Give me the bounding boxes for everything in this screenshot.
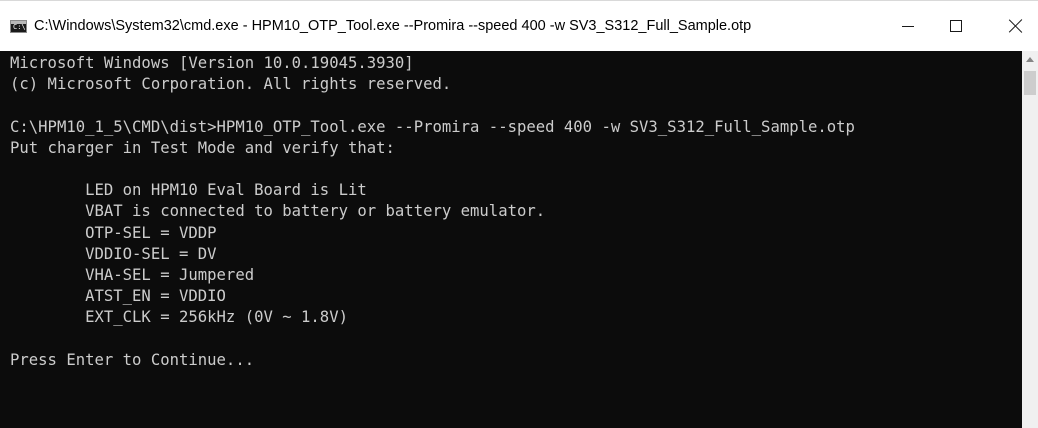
console-line: LED on HPM10 Eval Board is Lit — [10, 181, 367, 200]
window-title: C:\Windows\System32\cmd.exe - HPM10_OTP_… — [34, 18, 752, 34]
console-line: Microsoft Windows [Version 10.0.19045.39… — [10, 54, 414, 72]
console-line: C:\HPM10_1_5\CMD\dist>HPM10_OTP_Tool.exe… — [10, 117, 855, 136]
title-bar[interactable]: C:\ C:\Windows\System32\cmd.exe - HPM10_… — [0, 1, 1038, 51]
console-line: VDDIO-SEL = DV — [10, 244, 217, 263]
cmd-window: C:\ C:\Windows\System32\cmd.exe - HPM10_… — [0, 0, 1038, 428]
cmd-icon[interactable]: C:\ — [10, 20, 27, 33]
vertical-scrollbar[interactable] — [1022, 51, 1038, 428]
minimize-button[interactable] — [885, 1, 931, 51]
console-line: VBAT is connected to battery or battery … — [10, 202, 546, 221]
close-icon — [1009, 19, 1023, 33]
console-line: OTP-SEL = VDDP — [10, 223, 217, 242]
console-line: (c) Microsoft Corporation. All rights re… — [10, 75, 452, 94]
maximize-icon — [950, 20, 962, 32]
cmd-icon-glyph: C:\ — [13, 23, 26, 31]
console-output[interactable]: Microsoft Windows [Version 10.0.19045.39… — [0, 51, 1022, 428]
close-button[interactable] — [993, 1, 1038, 51]
console-line: Put charger in Test Mode and verify that… — [10, 138, 395, 157]
console-line: EXT_CLK = 256kHz (0V ~ 1.8V) — [10, 308, 348, 327]
scroll-thumb[interactable] — [1024, 71, 1036, 95]
console-line: ATST_EN = VDDIO — [10, 287, 226, 306]
minimize-icon — [902, 25, 914, 27]
console-line: Press Enter to Continue... — [10, 350, 255, 369]
maximize-button[interactable] — [933, 1, 979, 51]
scroll-up-arrow-icon[interactable] — [1026, 57, 1034, 62]
console-lines: Microsoft Windows [Version 10.0.19045.39… — [10, 53, 855, 413]
console-line: VHA-SEL = Jumpered — [10, 265, 255, 284]
